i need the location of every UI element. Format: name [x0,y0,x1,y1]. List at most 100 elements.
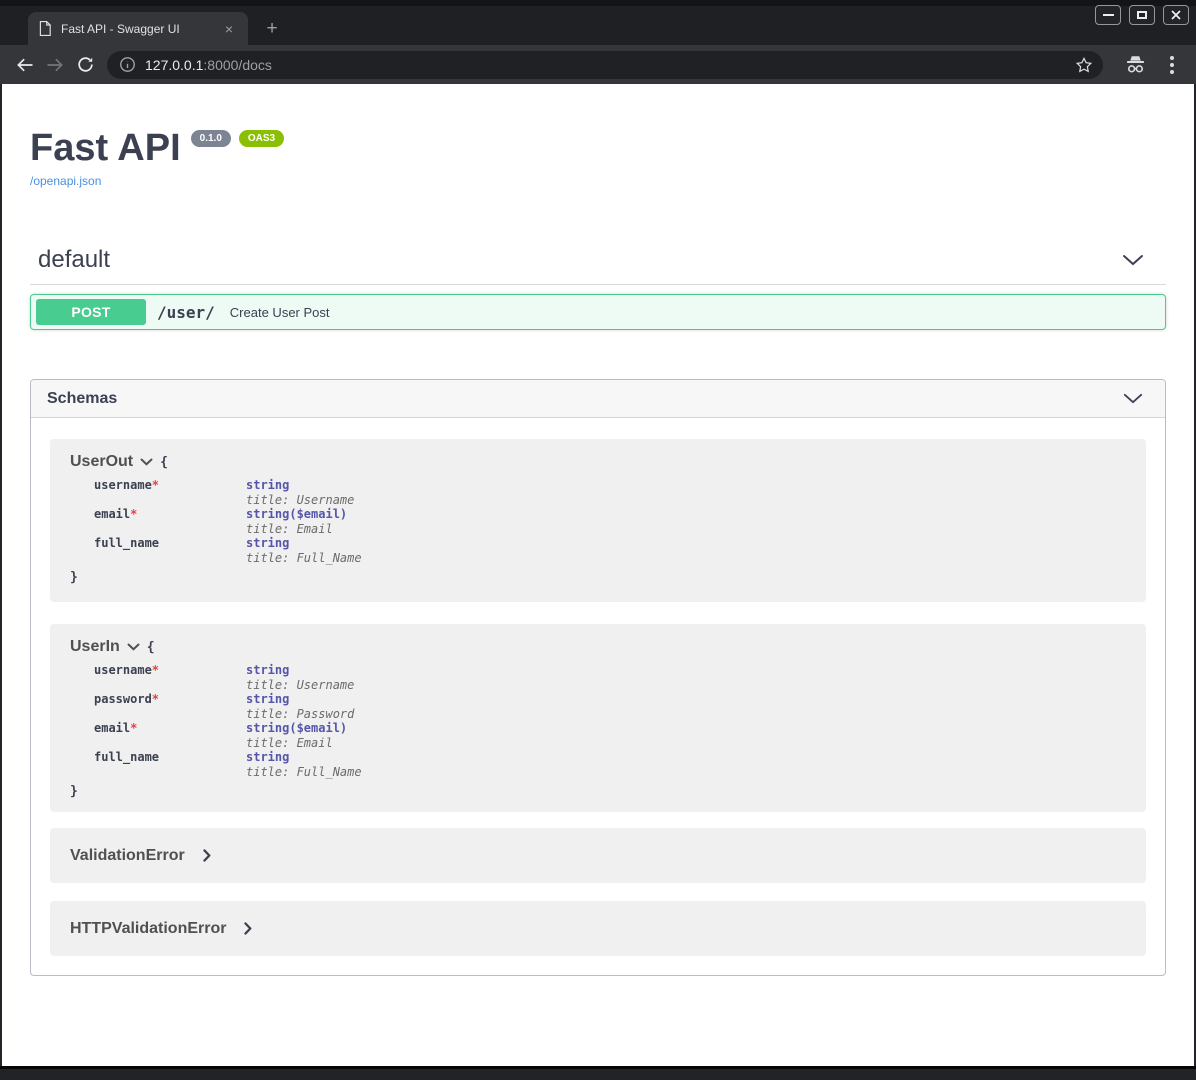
model-validationerror[interactable]: ValidationError [50,828,1146,883]
chevron-down-icon [127,643,140,651]
close-brace: } [70,570,1126,585]
back-button[interactable] [10,50,40,80]
endpoint-summary: Create User Post [230,305,330,320]
window-close-button[interactable] [1163,5,1189,25]
window-border-bottom [0,1066,1196,1080]
open-brace: { [147,640,155,655]
oas3-badge: OAS3 [239,130,284,147]
schemas-body: UserOut { username* string title: Userna… [31,418,1165,976]
openapi-spec-link[interactable]: /openapi.json [30,174,101,188]
page-document-icon [38,21,52,36]
open-brace: { [160,455,168,470]
required-star: * [152,478,159,492]
version-badge: 0.1.0 [191,130,231,147]
property-type: string [246,750,362,765]
window-maximize-button[interactable] [1129,5,1155,25]
page-title: Fast API 0.1.0 OAS3 [30,128,1166,168]
tag-section-default[interactable]: default [30,246,1166,285]
endpoint-path: /user/ [157,303,215,322]
forward-button[interactable] [40,50,70,80]
window-minimize-button[interactable] [1095,5,1121,25]
schema-property: username* string title: Username [94,478,1126,507]
model-properties: username* string title: Username passwor… [70,663,1126,779]
bookmark-button[interactable] [1075,56,1093,74]
model-title: HTTPValidationError [70,920,226,938]
schemas-section: Schemas UserOut { username* st [30,379,1166,976]
property-type: string [246,692,354,707]
url-text: 127.0.0.1:8000/docs [145,57,272,73]
url-host: 127.0.0.1 [145,57,203,73]
schema-property: email* string($email) title: Email [94,721,1126,750]
property-title: title: Password [246,707,354,722]
tag-title: default [38,246,110,274]
schema-property: full_name string title: Full_Name [94,536,1126,565]
model-userin-toggle[interactable]: UserIn { [70,638,1126,656]
schemas-header[interactable]: Schemas [31,380,1165,418]
property-title: title: Username [246,493,354,508]
reload-button[interactable] [70,50,100,80]
schema-property: password* string title: Password [94,692,1126,721]
property-type: string [246,663,354,678]
model-userout: UserOut { username* string title: Userna… [50,439,1146,602]
required-star: * [130,507,137,521]
http-method-badge: POST [36,299,146,325]
schema-property: email* string($email) title: Email [94,507,1126,536]
maximize-icon [1137,11,1147,19]
browser-tab[interactable]: Fast API - Swagger UI × [28,12,248,45]
model-userout-toggle[interactable]: UserOut { [70,453,1126,471]
required-star: * [152,692,159,706]
model-title: UserOut [70,453,133,471]
schemas-title: Schemas [47,390,117,408]
model-httpvalidationerror[interactable]: HTTPValidationError [50,901,1146,956]
model-title: ValidationError [70,847,185,865]
required-star: * [130,721,137,735]
browser-toolbar: 127.0.0.1:8000/docs [0,45,1196,84]
property-type: string [246,478,354,493]
property-type: string [246,536,362,551]
url-path: :8000/docs [203,57,272,73]
address-bar[interactable]: 127.0.0.1:8000/docs [107,51,1103,79]
close-icon [1171,10,1181,20]
incognito-indicator [1121,51,1149,79]
schema-property: full_name string title: Full_Name [94,750,1126,779]
chevron-right-icon [244,922,252,935]
window-controls [1095,5,1189,25]
property-title: title: Email [246,522,347,537]
model-userin: UserIn { username* string title: Usernam… [50,624,1146,812]
page-info-icon[interactable] [119,56,136,73]
tab-title: Fast API - Swagger UI [61,22,180,36]
property-type: string($email) [246,721,347,736]
api-info-section: Fast API 0.1.0 OAS3 /openapi.json [30,84,1166,190]
reload-icon [76,55,95,74]
swagger-page: Fast API 0.1.0 OAS3 /openapi.json defaul… [0,84,1196,1066]
property-title: title: Email [246,736,347,751]
kebab-menu-icon [1170,56,1174,74]
property-title: title: Username [246,678,354,693]
property-title: title: Full_Name [246,551,362,566]
incognito-icon [1124,53,1147,76]
chevron-down-icon[interactable] [1122,254,1144,266]
chevron-down-icon [140,458,153,466]
chevron-down-icon[interactable] [1123,393,1143,404]
opblock-post-user[interactable]: POST /user/ Create User Post [30,294,1166,330]
forward-arrow-icon [45,55,65,75]
minimize-icon [1103,14,1114,16]
schema-property: username* string title: Username [94,663,1126,692]
bookmark-star-icon [1075,56,1093,74]
browser-menu-button[interactable] [1158,51,1186,79]
tab-close-icon[interactable]: × [220,20,238,38]
tab-strip: Fast API - Swagger UI × + [0,0,1196,45]
api-badges: 0.1.0 OAS3 [191,130,284,147]
property-type: string($email) [246,507,347,522]
back-arrow-icon [15,55,35,75]
property-title: title: Full_Name [246,765,362,780]
model-properties: username* string title: Username email* … [70,478,1126,565]
close-brace: } [70,784,1126,799]
api-title-text: Fast API [30,128,181,168]
window-border-left [0,84,2,1066]
required-star: * [152,663,159,677]
chevron-right-icon [203,849,211,862]
new-tab-button[interactable]: + [260,17,284,41]
model-title: UserIn [70,638,120,656]
browser-window: Fast API - Swagger UI × + 1 [0,0,1196,1080]
